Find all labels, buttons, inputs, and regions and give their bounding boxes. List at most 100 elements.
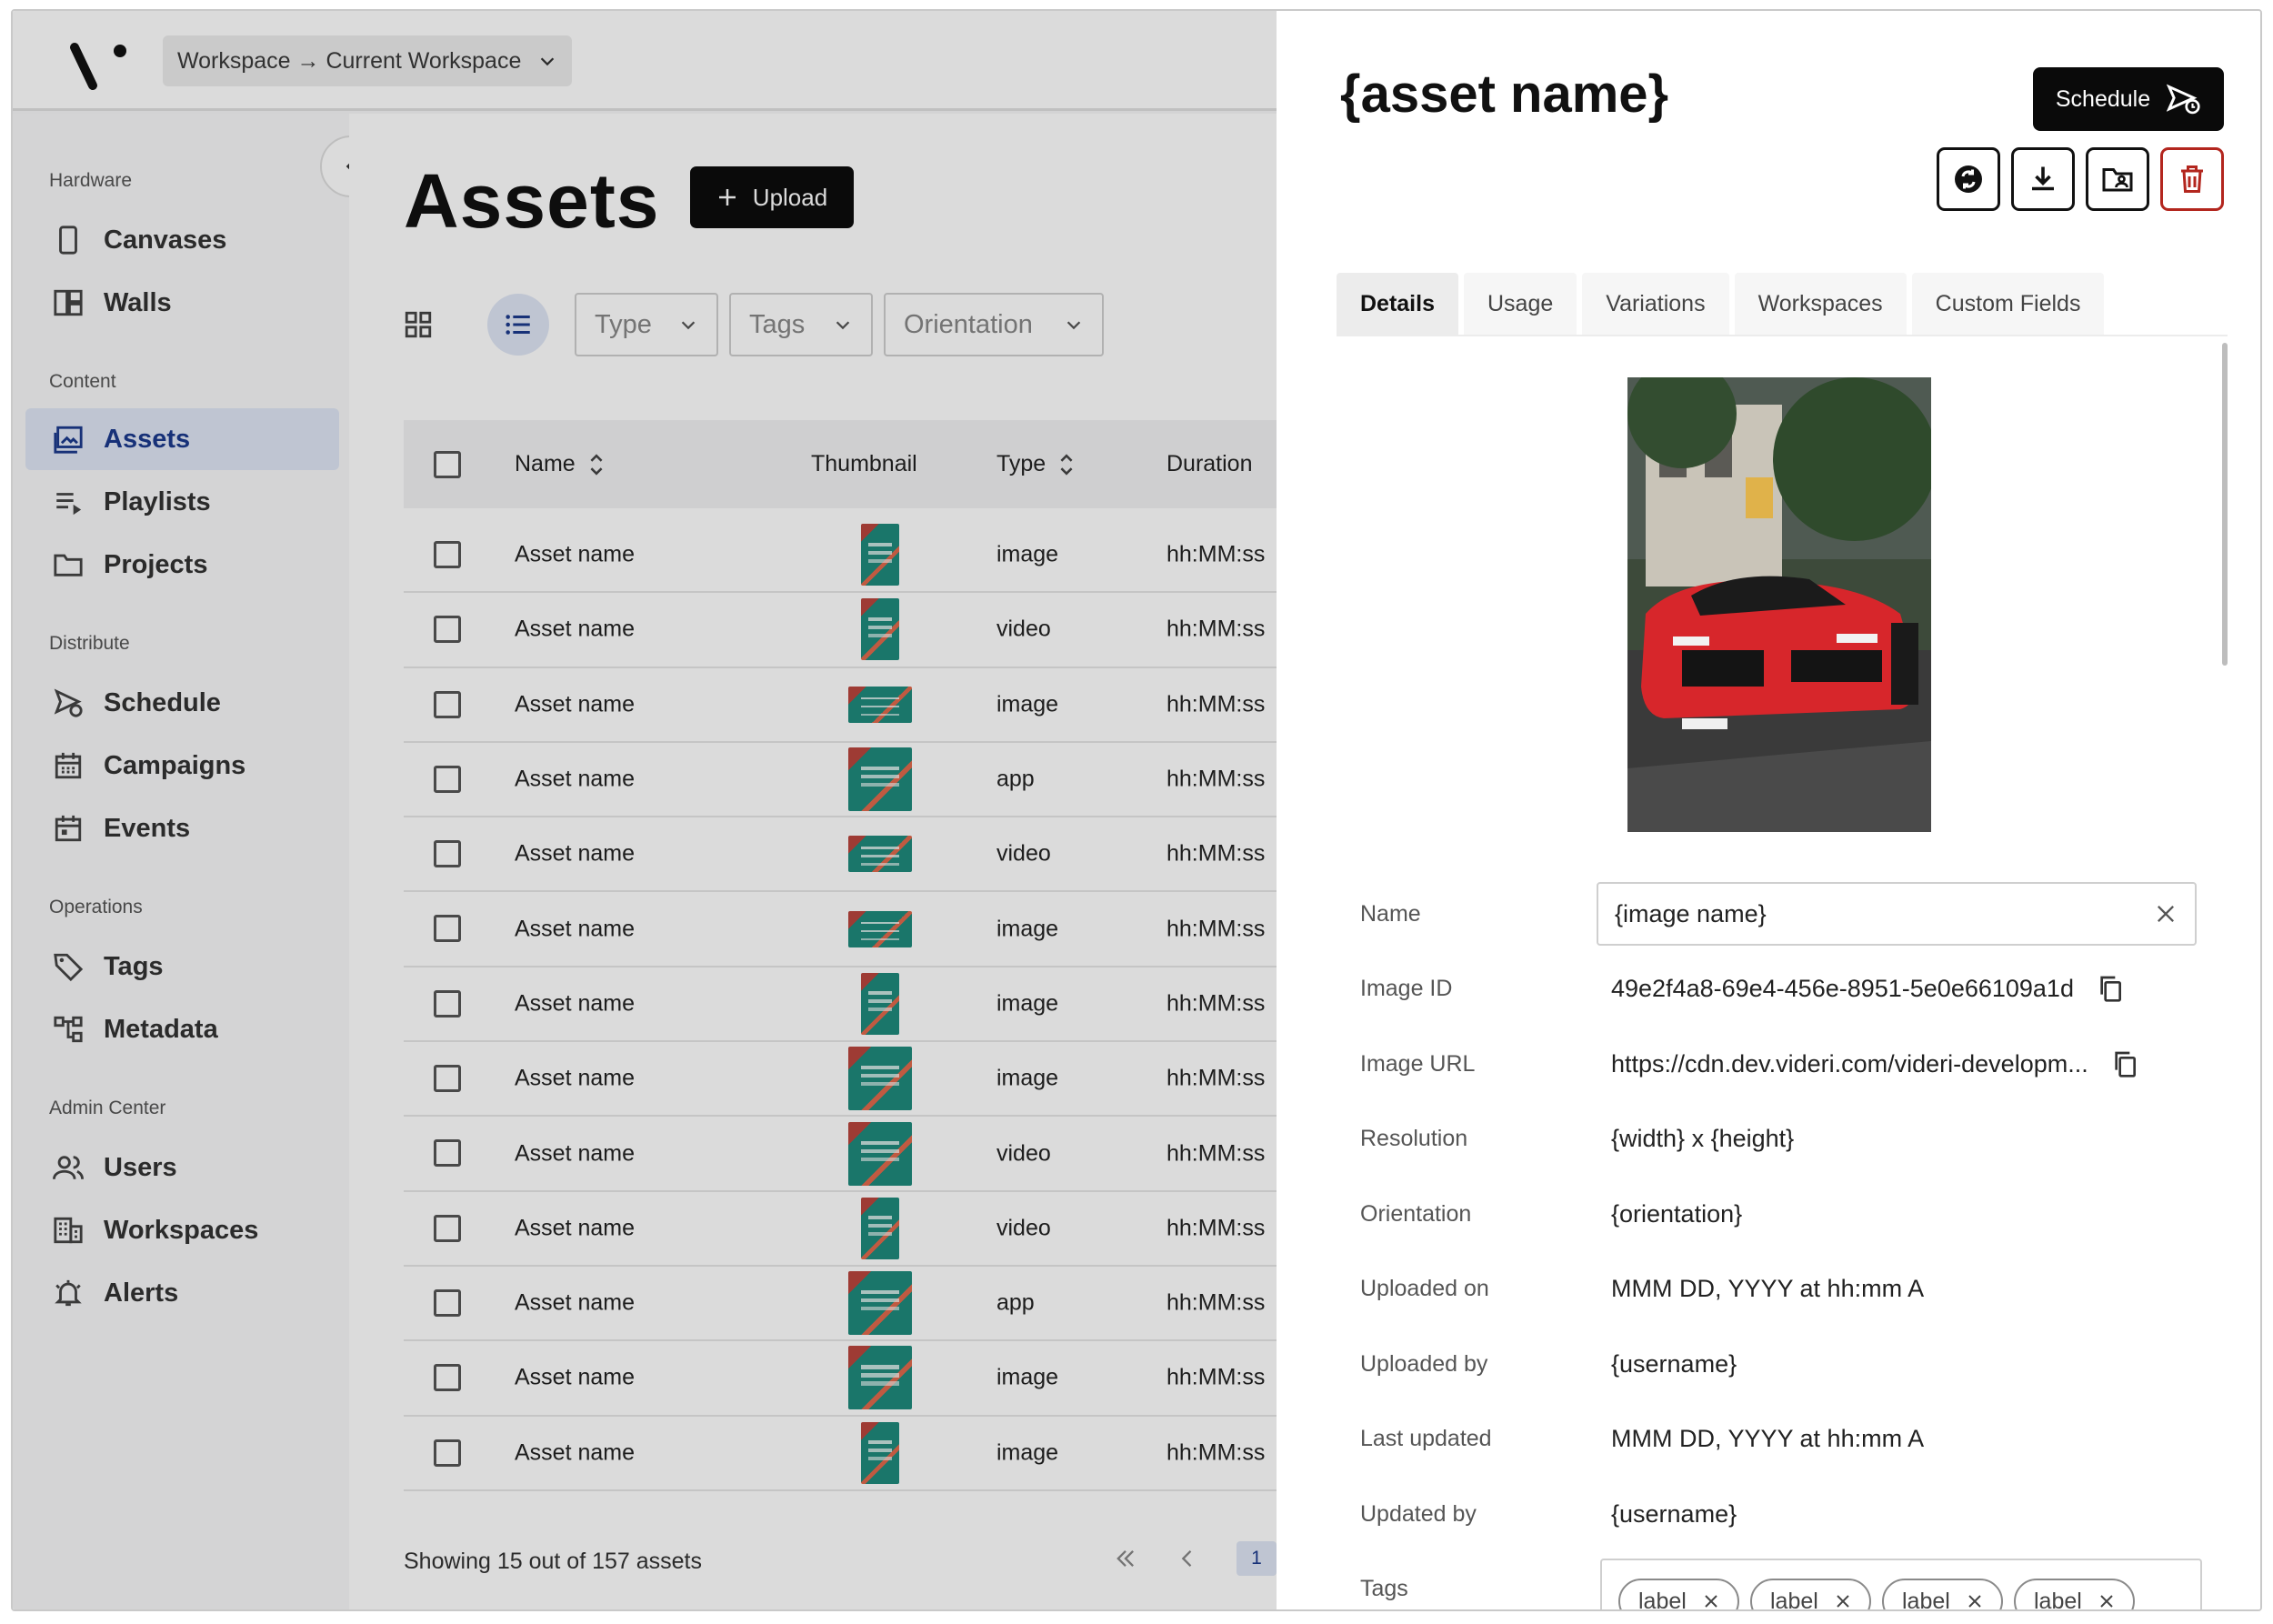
asset-name-cell[interactable]: Asset name bbox=[515, 916, 635, 942]
tag-chip[interactable]: label bbox=[2014, 1579, 2135, 1609]
sidebar-item-workspaces[interactable]: Workspaces bbox=[25, 1199, 339, 1261]
asset-name-cell[interactable]: Asset name bbox=[515, 1140, 635, 1167]
sidebar-item-assets[interactable]: Assets bbox=[25, 408, 339, 470]
sidebar-item-metadata[interactable]: Metadata bbox=[25, 998, 339, 1060]
table-row[interactable]: Asset name video hh:MM:ss bbox=[404, 1117, 1277, 1192]
workspace-select[interactable]: Workspace → Current Workspace bbox=[163, 35, 572, 86]
grid-view-button[interactable] bbox=[387, 294, 449, 356]
column-header-type[interactable]: Type bbox=[996, 451, 1075, 477]
sidebar-item-events[interactable]: Events bbox=[25, 797, 339, 859]
asset-thumbnail bbox=[861, 524, 899, 586]
tag-chip[interactable]: label bbox=[1882, 1579, 2003, 1609]
tab-custom-fields[interactable]: Custom Fields bbox=[1911, 273, 2105, 335]
sidebar-item-users[interactable]: Users bbox=[25, 1137, 339, 1198]
table-row[interactable]: Asset name video hh:MM:ss bbox=[404, 593, 1277, 668]
sidebar-item-walls[interactable]: Walls bbox=[25, 272, 339, 334]
row-checkbox[interactable] bbox=[434, 616, 461, 644]
row-checkbox[interactable] bbox=[434, 1214, 461, 1242]
asset-duration-cell: hh:MM:ss bbox=[1167, 840, 1266, 867]
remove-tag-icon[interactable] bbox=[2098, 1593, 2115, 1609]
tab-usage[interactable]: Usage bbox=[1463, 273, 1577, 335]
sidebar-item-tags[interactable]: Tags bbox=[25, 936, 339, 997]
table-row[interactable]: Asset name app hh:MM:ss bbox=[404, 743, 1277, 818]
asset-name-cell[interactable]: Asset name bbox=[515, 1066, 635, 1092]
replace-button[interactable] bbox=[1937, 147, 2000, 211]
row-checkbox[interactable] bbox=[434, 915, 461, 943]
copy-icon[interactable] bbox=[2096, 974, 2125, 1003]
tag-chip[interactable]: label bbox=[1618, 1579, 1739, 1611]
delete-button[interactable] bbox=[2160, 147, 2224, 211]
upload-button[interactable]: Upload bbox=[690, 166, 854, 228]
table-row[interactable]: Asset name app hh:MM:ss bbox=[404, 1267, 1277, 1342]
asset-name-cell[interactable]: Asset name bbox=[515, 617, 635, 643]
tag-chip-label: label bbox=[1638, 1588, 1687, 1611]
asset-name-cell[interactable]: Asset name bbox=[515, 841, 635, 867]
tab-variations[interactable]: Variations bbox=[1582, 273, 1729, 335]
table-row[interactable]: Asset name video hh:MM:ss bbox=[404, 817, 1277, 893]
table-row[interactable]: Asset name image hh:MM:ss bbox=[404, 518, 1277, 594]
row-checkbox[interactable] bbox=[434, 1439, 461, 1467]
remove-tag-icon[interactable] bbox=[1835, 1593, 1851, 1609]
asset-name-cell[interactable]: Asset name bbox=[515, 542, 635, 568]
table-row[interactable]: Asset name image hh:MM:ss bbox=[404, 1417, 1277, 1491]
sidebar-item-label: Schedule bbox=[104, 687, 221, 717]
list-view-button[interactable] bbox=[487, 294, 549, 356]
tab-details[interactable]: Details bbox=[1337, 273, 1458, 335]
asset-name-cell[interactable]: Asset name bbox=[515, 990, 635, 1017]
schedule-button[interactable]: Schedule bbox=[2033, 67, 2224, 131]
remove-tag-icon[interactable] bbox=[1703, 1593, 1719, 1609]
field-value-text: {username} bbox=[1611, 1499, 1737, 1528]
row-checkbox[interactable] bbox=[434, 1139, 461, 1168]
tags-input[interactable]: label label label label bbox=[1600, 1559, 2202, 1611]
row-checkbox[interactable] bbox=[434, 1288, 461, 1317]
row-checkbox[interactable] bbox=[434, 690, 461, 718]
first-page-icon[interactable] bbox=[1113, 1546, 1138, 1571]
tag-chip[interactable]: label bbox=[1750, 1579, 1871, 1609]
send-clock-icon bbox=[54, 688, 83, 717]
page-number-button[interactable]: 1 bbox=[1237, 1541, 1277, 1576]
row-checkbox[interactable] bbox=[434, 989, 461, 1018]
asset-name-cell[interactable]: Asset name bbox=[515, 691, 635, 717]
table-row[interactable]: Asset name image hh:MM:ss bbox=[404, 668, 1277, 743]
column-header-name[interactable]: Name bbox=[515, 451, 605, 477]
scrollbar[interactable] bbox=[2222, 343, 2228, 666]
row-checkbox[interactable] bbox=[434, 840, 461, 868]
filter-label: Orientation bbox=[904, 309, 1033, 339]
copy-icon[interactable] bbox=[2110, 1049, 2139, 1078]
row-checkbox[interactable] bbox=[434, 1364, 461, 1392]
asset-name-cell[interactable]: Asset name bbox=[515, 1439, 635, 1466]
asset-thumbnail bbox=[861, 598, 899, 661]
sidebar-item-projects[interactable]: Projects bbox=[25, 534, 339, 596]
tags-filter[interactable]: Tags bbox=[729, 293, 873, 356]
table-row[interactable]: Asset name image hh:MM:ss bbox=[404, 967, 1277, 1043]
row-checkbox[interactable] bbox=[434, 1065, 461, 1093]
table-row[interactable]: Asset name image hh:MM:ss bbox=[404, 1341, 1277, 1417]
asset-name-cell[interactable]: Asset name bbox=[515, 1365, 635, 1391]
sidebar-item-playlists[interactable]: Playlists bbox=[25, 471, 339, 533]
row-checkbox[interactable] bbox=[434, 541, 461, 568]
clear-icon[interactable] bbox=[2153, 901, 2178, 927]
asset-name-cell[interactable]: Asset name bbox=[515, 1290, 635, 1317]
table-row[interactable]: Asset name video hh:MM:ss bbox=[404, 1192, 1277, 1267]
download-button[interactable] bbox=[2011, 147, 2075, 211]
asset-name-cell[interactable]: Asset name bbox=[515, 767, 635, 793]
table-row[interactable]: Asset name image hh:MM:ss bbox=[404, 892, 1277, 967]
previous-page-icon[interactable] bbox=[1175, 1546, 1200, 1571]
remove-tag-icon[interactable] bbox=[1967, 1593, 1983, 1609]
sidebar-item-alerts[interactable]: Alerts bbox=[25, 1262, 339, 1324]
select-all-checkbox[interactable] bbox=[434, 450, 461, 478]
orientation-filter[interactable]: Orientation bbox=[884, 293, 1104, 356]
sidebar-item-canvases[interactable]: Canvases bbox=[25, 209, 339, 271]
sidebar-item-schedule[interactable]: Schedule bbox=[25, 672, 339, 734]
type-filter[interactable]: Type bbox=[575, 293, 718, 356]
name-input[interactable]: {image name} bbox=[1597, 882, 2197, 946]
hierarchy-icon bbox=[54, 1016, 83, 1043]
asset-thumbnail bbox=[848, 910, 912, 947]
chevron-down-icon bbox=[1066, 321, 1081, 330]
table-row[interactable]: Asset name image hh:MM:ss bbox=[404, 1042, 1277, 1118]
row-checkbox[interactable] bbox=[434, 765, 461, 793]
move-to-folder-button[interactable] bbox=[2086, 147, 2149, 211]
tab-workspaces[interactable]: Workspaces bbox=[1734, 273, 1907, 335]
asset-name-cell[interactable]: Asset name bbox=[515, 1215, 635, 1241]
sidebar-item-campaigns[interactable]: Campaigns bbox=[25, 735, 339, 797]
